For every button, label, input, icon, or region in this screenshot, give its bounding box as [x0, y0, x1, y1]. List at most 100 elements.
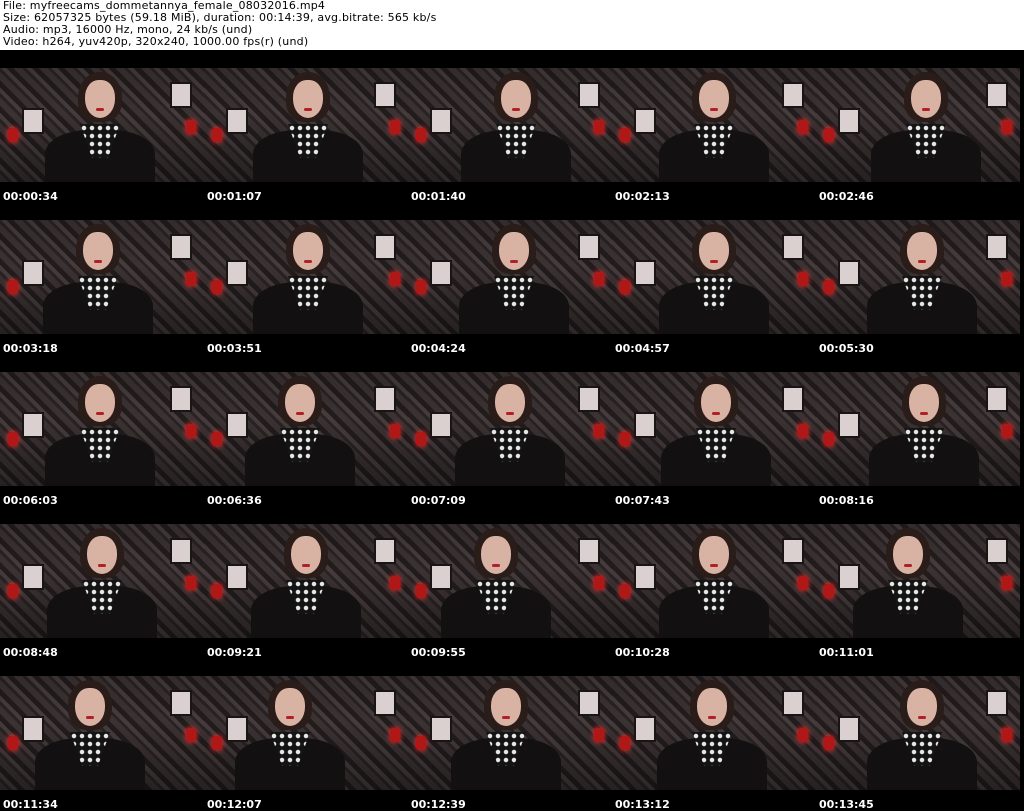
thumbnail[interactable]: 00:11:01	[816, 506, 1020, 658]
person-face	[501, 80, 531, 118]
thumbnail[interactable]: 00:13:45	[816, 658, 1020, 810]
wall-picture-icon	[226, 260, 248, 286]
person-face	[291, 536, 321, 574]
thumbnail[interactable]: 00:04:57	[612, 202, 816, 354]
wall-picture-icon	[578, 386, 600, 412]
thumbnail[interactable]: 00:04:24	[408, 202, 612, 354]
video-frame-image	[816, 524, 1020, 638]
red-lamp-icon	[1002, 576, 1012, 590]
person-face	[699, 536, 729, 574]
video-frame-image	[0, 68, 204, 182]
wall-picture-icon	[838, 108, 860, 134]
thumbnail-grid: 00:00:34 00:01:07 00:01:40 00:02:13 00:02:46…	[0, 50, 1024, 811]
person-mouth	[86, 716, 94, 719]
red-lamp-icon	[416, 432, 426, 446]
thumbnail[interactable]: 00:08:48	[0, 506, 204, 658]
person-mouth	[502, 716, 510, 719]
red-lamp-icon	[8, 584, 18, 598]
thumbnail[interactable]: 00:07:43	[612, 354, 816, 506]
wall-picture-icon	[782, 690, 804, 716]
person-face	[491, 688, 521, 726]
video-frame-image	[0, 524, 204, 638]
red-lamp-icon	[416, 584, 426, 598]
wall-picture-icon	[430, 716, 452, 742]
person-mouth	[304, 108, 312, 111]
red-lamp-icon	[212, 736, 222, 750]
thumbnail-timestamp: 00:01:07	[207, 190, 262, 203]
thumbnail-timestamp: 00:08:16	[819, 494, 874, 507]
thumbnail[interactable]: 00:06:36	[204, 354, 408, 506]
wall-picture-icon	[782, 82, 804, 108]
thumbnail[interactable]: 00:11:34	[0, 658, 204, 810]
wall-picture-icon	[578, 690, 600, 716]
wall-picture-icon	[374, 386, 396, 412]
wall-picture-icon	[634, 564, 656, 590]
thumbnail-timestamp: 00:00:34	[3, 190, 58, 203]
thumbnail[interactable]: 00:12:39	[408, 658, 612, 810]
person-face	[699, 80, 729, 118]
red-lamp-icon	[798, 728, 808, 742]
thumbnail-timestamp: 00:06:03	[3, 494, 58, 507]
thumbnail[interactable]: 00:09:21	[204, 506, 408, 658]
thumbnail[interactable]: 00:06:03	[0, 354, 204, 506]
person-face	[275, 688, 305, 726]
wall-picture-icon	[170, 234, 192, 260]
thumbnail[interactable]: 00:12:07	[204, 658, 408, 810]
red-lamp-icon	[212, 432, 222, 446]
person-face	[907, 232, 937, 270]
red-lamp-icon	[594, 120, 604, 134]
person-mouth	[922, 108, 930, 111]
thumbnail-timestamp: 00:11:34	[3, 798, 58, 811]
thumbnail[interactable]: 00:03:18	[0, 202, 204, 354]
person-face	[293, 232, 323, 270]
thumbnail[interactable]: 00:08:16	[816, 354, 1020, 506]
red-lamp-icon	[620, 736, 630, 750]
wall-picture-icon	[22, 716, 44, 742]
wall-picture-icon	[374, 690, 396, 716]
thumbnail[interactable]: 00:03:51	[204, 202, 408, 354]
wall-picture-icon	[430, 108, 452, 134]
thumbnail[interactable]: 00:13:12	[612, 658, 816, 810]
thumbnail[interactable]: 00:02:46	[816, 50, 1020, 202]
thumbnail[interactable]: 00:02:13	[612, 50, 816, 202]
red-lamp-icon	[416, 128, 426, 142]
thumbnail-timestamp: 00:04:57	[615, 342, 670, 355]
video-frame-image	[408, 676, 612, 790]
wall-picture-icon	[838, 260, 860, 286]
thumbnail[interactable]: 00:09:55	[408, 506, 612, 658]
red-lamp-icon	[824, 736, 834, 750]
red-lamp-icon	[594, 272, 604, 286]
red-lamp-icon	[1002, 728, 1012, 742]
thumbnail-timestamp: 00:13:45	[819, 798, 874, 811]
red-lamp-icon	[8, 432, 18, 446]
thumbnail[interactable]: 00:01:07	[204, 50, 408, 202]
file-info-header: File: myfreecams_dommetannya_female_0803…	[0, 0, 1024, 50]
wall-picture-icon	[226, 108, 248, 134]
person-face	[499, 232, 529, 270]
thumbnail[interactable]: 00:05:30	[816, 202, 1020, 354]
person-mouth	[708, 716, 716, 719]
red-lamp-icon	[824, 432, 834, 446]
red-lamp-icon	[212, 584, 222, 598]
wall-picture-icon	[22, 564, 44, 590]
wall-picture-icon	[170, 538, 192, 564]
red-lamp-icon	[620, 280, 630, 294]
person-mouth	[712, 412, 720, 415]
thumbnail-timestamp: 00:08:48	[3, 646, 58, 659]
video-frame-image	[816, 68, 1020, 182]
thumbnail[interactable]: 00:01:40	[408, 50, 612, 202]
red-lamp-icon	[620, 584, 630, 598]
video-frame-image	[204, 372, 408, 486]
thumbnail-timestamp: 00:04:24	[411, 342, 466, 355]
person-face	[495, 384, 525, 422]
thumbnail[interactable]: 00:00:34	[0, 50, 204, 202]
wall-picture-icon	[634, 260, 656, 286]
red-lamp-icon	[824, 128, 834, 142]
thumbnail-timestamp: 00:07:43	[615, 494, 670, 507]
thumbnail[interactable]: 00:10:28	[612, 506, 816, 658]
thumbnail[interactable]: 00:07:09	[408, 354, 612, 506]
red-lamp-icon	[390, 120, 400, 134]
thumbnail-timestamp: 00:12:39	[411, 798, 466, 811]
person-mouth	[710, 108, 718, 111]
wall-picture-icon	[838, 564, 860, 590]
